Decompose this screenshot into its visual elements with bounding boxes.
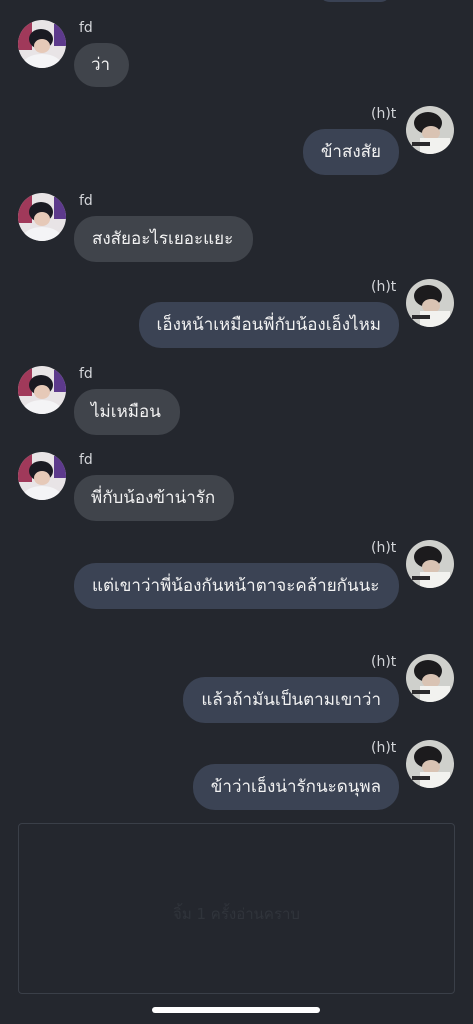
profile-photo-icon [406,279,454,327]
message-bubble[interactable]: ว่า [74,43,130,87]
message-bubble[interactable]: เอ็งหน้าเหมือนพี่กับน้องเอ็งไหม [138,302,399,348]
sender-name: (h)t [371,540,397,556]
profile-photo-icon [18,366,66,414]
sender-name: fd [79,452,93,468]
message-input[interactable]: จิ้ม 1 ครั้งอ่านคราบ [18,823,455,994]
profile-photo-icon [18,452,66,500]
message-bubble[interactable]: แล้วถ้ามันเป็นตามเขาว่า [183,677,399,723]
message-bubble[interactable]: สงสัยอะไรเยอะแยะ [74,216,254,262]
ht-avatar[interactable] [406,740,454,788]
sender-name: (h)t [371,654,397,670]
message-bubble[interactable]: ข้าว่าเอ็งน่ารักนะดนุพล [192,764,399,810]
sender-name: fd [79,193,93,209]
chat-screen: fd ว่า (h)t ข้าสงสัย fd สงสัยอะไรเยอะแยะ… [0,0,473,1024]
profile-photo-icon [406,740,454,788]
message-bubble[interactable]: แต่เขาว่าพี่น้องกันหน้าตาจะคล้ายกันนะ [74,563,399,609]
ht-avatar[interactable] [406,540,454,588]
fd-avatar[interactable] [18,193,66,241]
message-bubble[interactable]: ข้าสงสัย [302,129,399,175]
fd-avatar[interactable] [18,20,66,68]
message-bubble[interactable]: ไม่เหมือน [74,389,180,435]
sender-name: (h)t [371,106,397,122]
ht-avatar[interactable] [406,106,454,154]
sender-name: fd [79,20,93,36]
fd-avatar[interactable] [18,452,66,500]
sender-name: (h)t [371,740,397,756]
profile-photo-icon [18,193,66,241]
sender-name: (h)t [371,279,397,295]
profile-photo-icon [406,106,454,154]
home-indicator[interactable] [152,1007,320,1013]
profile-photo-icon [18,20,66,68]
ht-avatar[interactable] [406,279,454,327]
profile-photo-icon [406,654,454,702]
ht-avatar[interactable] [406,654,454,702]
profile-photo-icon [406,540,454,588]
sender-name: fd [79,366,93,382]
previous-message-bubble[interactable] [318,0,392,2]
input-placeholder: จิ้ม 1 ครั้งอ่านคราบ [173,905,300,923]
fd-avatar[interactable] [18,366,66,414]
message-bubble[interactable]: พี่กับน้องข้าน่ารัก [74,475,235,521]
